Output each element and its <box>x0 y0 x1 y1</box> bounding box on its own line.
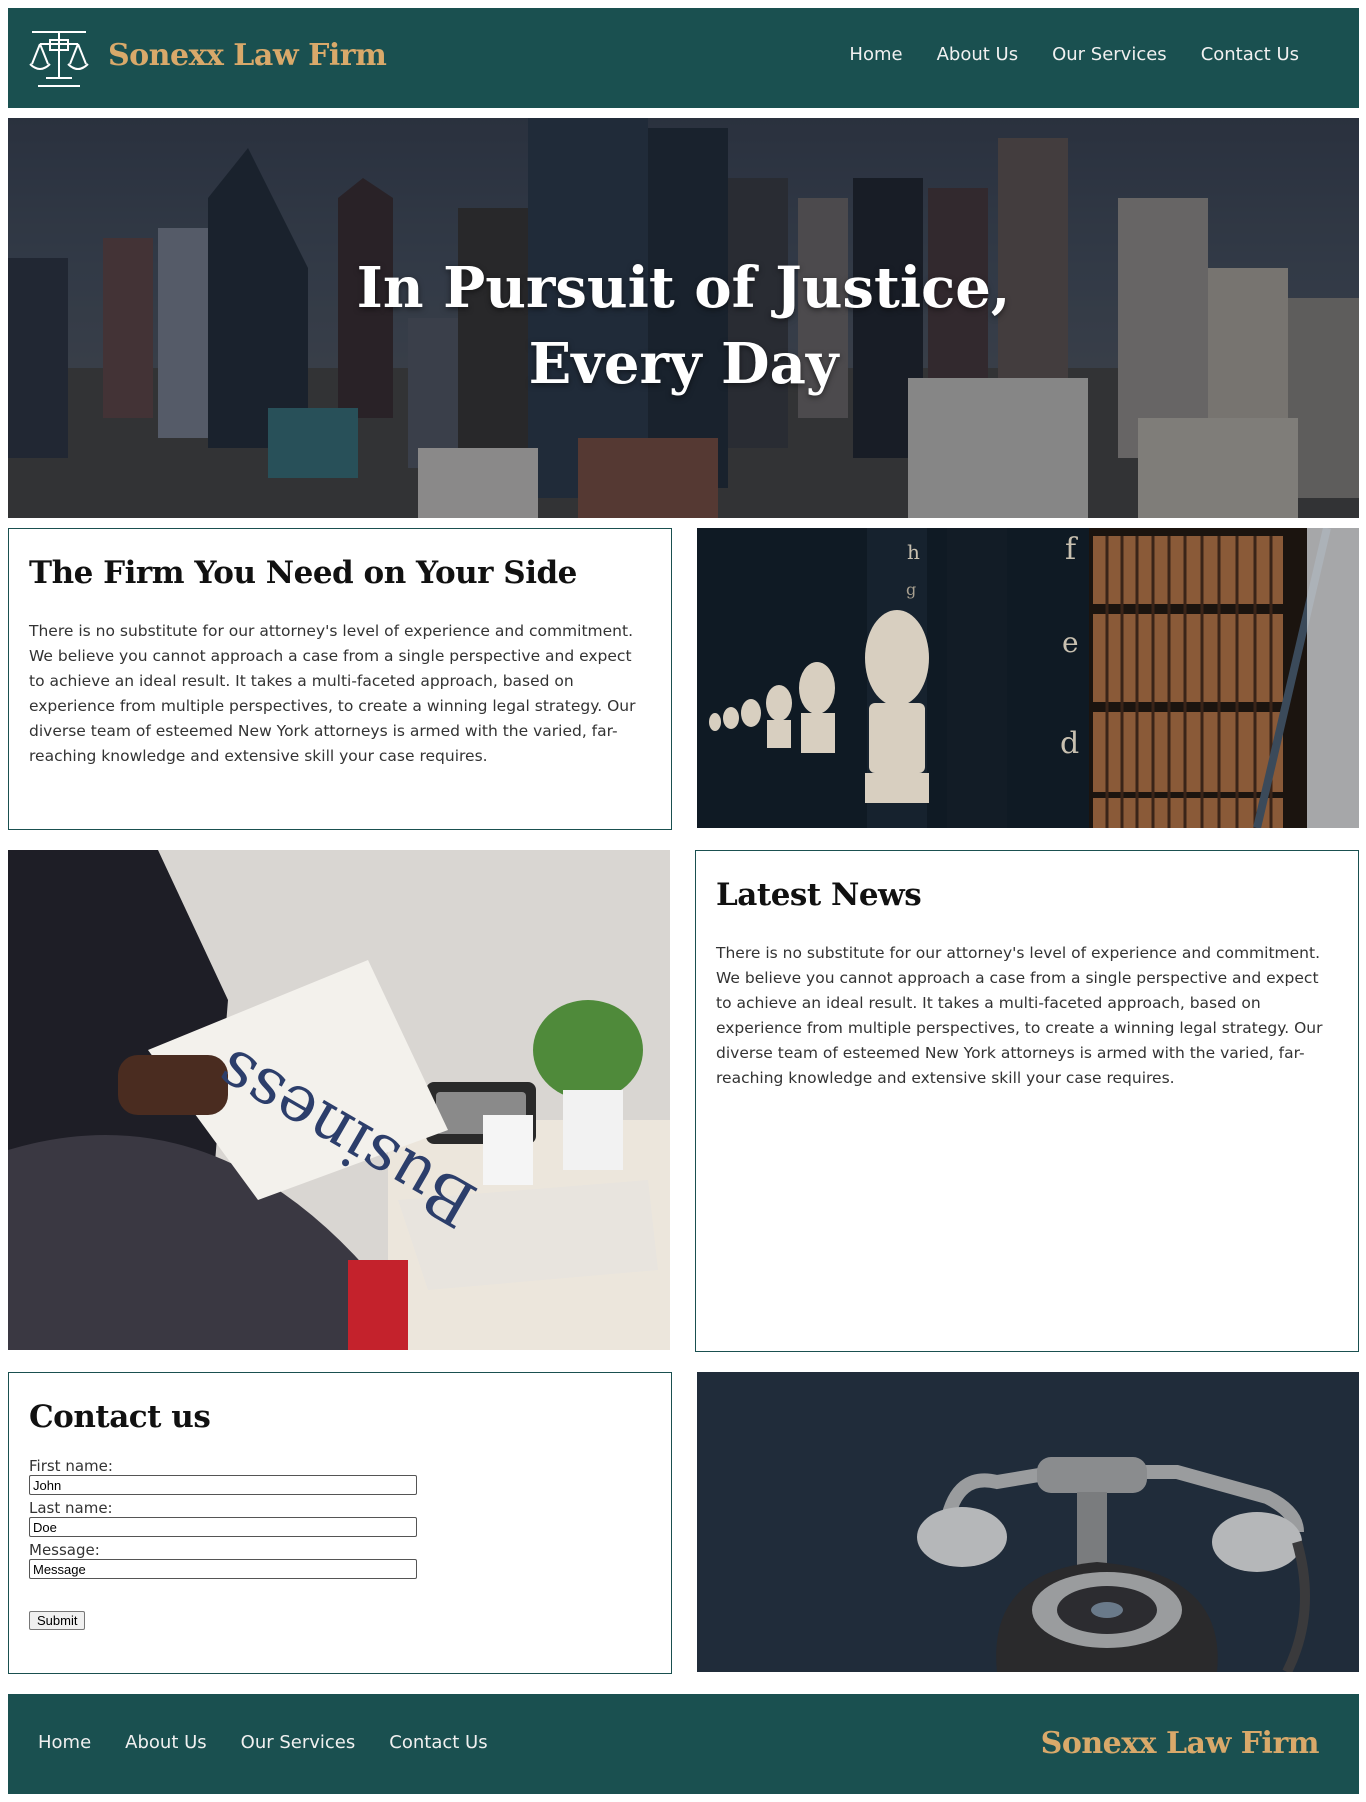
news-body: There is no substitute for our attorney'… <box>716 944 1323 1087</box>
nav-about-us[interactable]: About Us <box>937 44 1019 65</box>
vintage-telephone-graphic <box>697 1372 1359 1672</box>
library-busts-graphic <box>697 528 1359 828</box>
footer-nav: Home About Us Our Services Contact Us <box>38 1732 488 1753</box>
hero-title-line-2: Every Day <box>528 331 839 397</box>
first-name-input[interactable] <box>29 1475 417 1495</box>
message-label: Message: <box>29 1541 100 1559</box>
shelf-letter-h: h <box>907 540 920 564</box>
shelf-letter-d: d <box>1060 726 1080 761</box>
main-nav: Home About Us Our Services Contact Us <box>849 44 1299 65</box>
footer-nav-home[interactable]: Home <box>38 1732 91 1753</box>
firm-body: There is no substitute for our attorney'… <box>29 622 636 765</box>
nav-our-services[interactable]: Our Services <box>1052 44 1167 65</box>
scales-of-justice-icon[interactable] <box>28 28 90 90</box>
news-heading: Latest News <box>716 877 922 913</box>
site-header: Sonexx Law Firm Home About Us Our Servic… <box>8 8 1359 108</box>
firm-heading: The Firm You Need on Your Side <box>29 555 577 591</box>
footer-nav-contact-us[interactable]: Contact Us <box>389 1732 487 1753</box>
firm-section: The Firm You Need on Your Side There is … <box>8 528 672 830</box>
first-name-label: First name: <box>29 1457 113 1475</box>
site-footer: Home About Us Our Services Contact Us So… <box>8 1694 1359 1794</box>
nav-home[interactable]: Home <box>849 44 902 65</box>
library-busts-image: h g f e d <box>697 528 1359 828</box>
footer-brand-name[interactable]: Sonexx Law Firm <box>1041 1726 1320 1761</box>
hero-title-line-1: In Pursuit of Justice, <box>356 255 1011 321</box>
hero-banner: In Pursuit of Justice, Every Day <box>8 118 1359 518</box>
vintage-telephone-image <box>697 1372 1359 1672</box>
last-name-label: Last name: <box>29 1499 113 1517</box>
footer-nav-about-us[interactable]: About Us <box>125 1732 207 1753</box>
brand-name[interactable]: Sonexx Law Firm <box>108 38 387 73</box>
newspaper-reader-image: Business <box>8 850 670 1350</box>
news-section: Latest News There is no substitute for o… <box>695 850 1359 1352</box>
last-name-input[interactable] <box>29 1517 417 1537</box>
shelf-letter-f: f <box>1065 532 1077 567</box>
shelf-letter-g: g <box>906 580 917 599</box>
submit-button[interactable]: Submit <box>29 1611 86 1630</box>
shelf-letter-e: e <box>1062 626 1079 659</box>
nav-contact-us[interactable]: Contact Us <box>1201 44 1299 65</box>
footer-nav-our-services[interactable]: Our Services <box>241 1732 356 1753</box>
hero-title: In Pursuit of Justice, Every Day <box>8 250 1359 402</box>
contact-heading: Contact us <box>29 1399 211 1435</box>
contact-section: Contact us First name: Last name: Messag… <box>8 1372 672 1674</box>
message-input[interactable] <box>29 1559 417 1579</box>
